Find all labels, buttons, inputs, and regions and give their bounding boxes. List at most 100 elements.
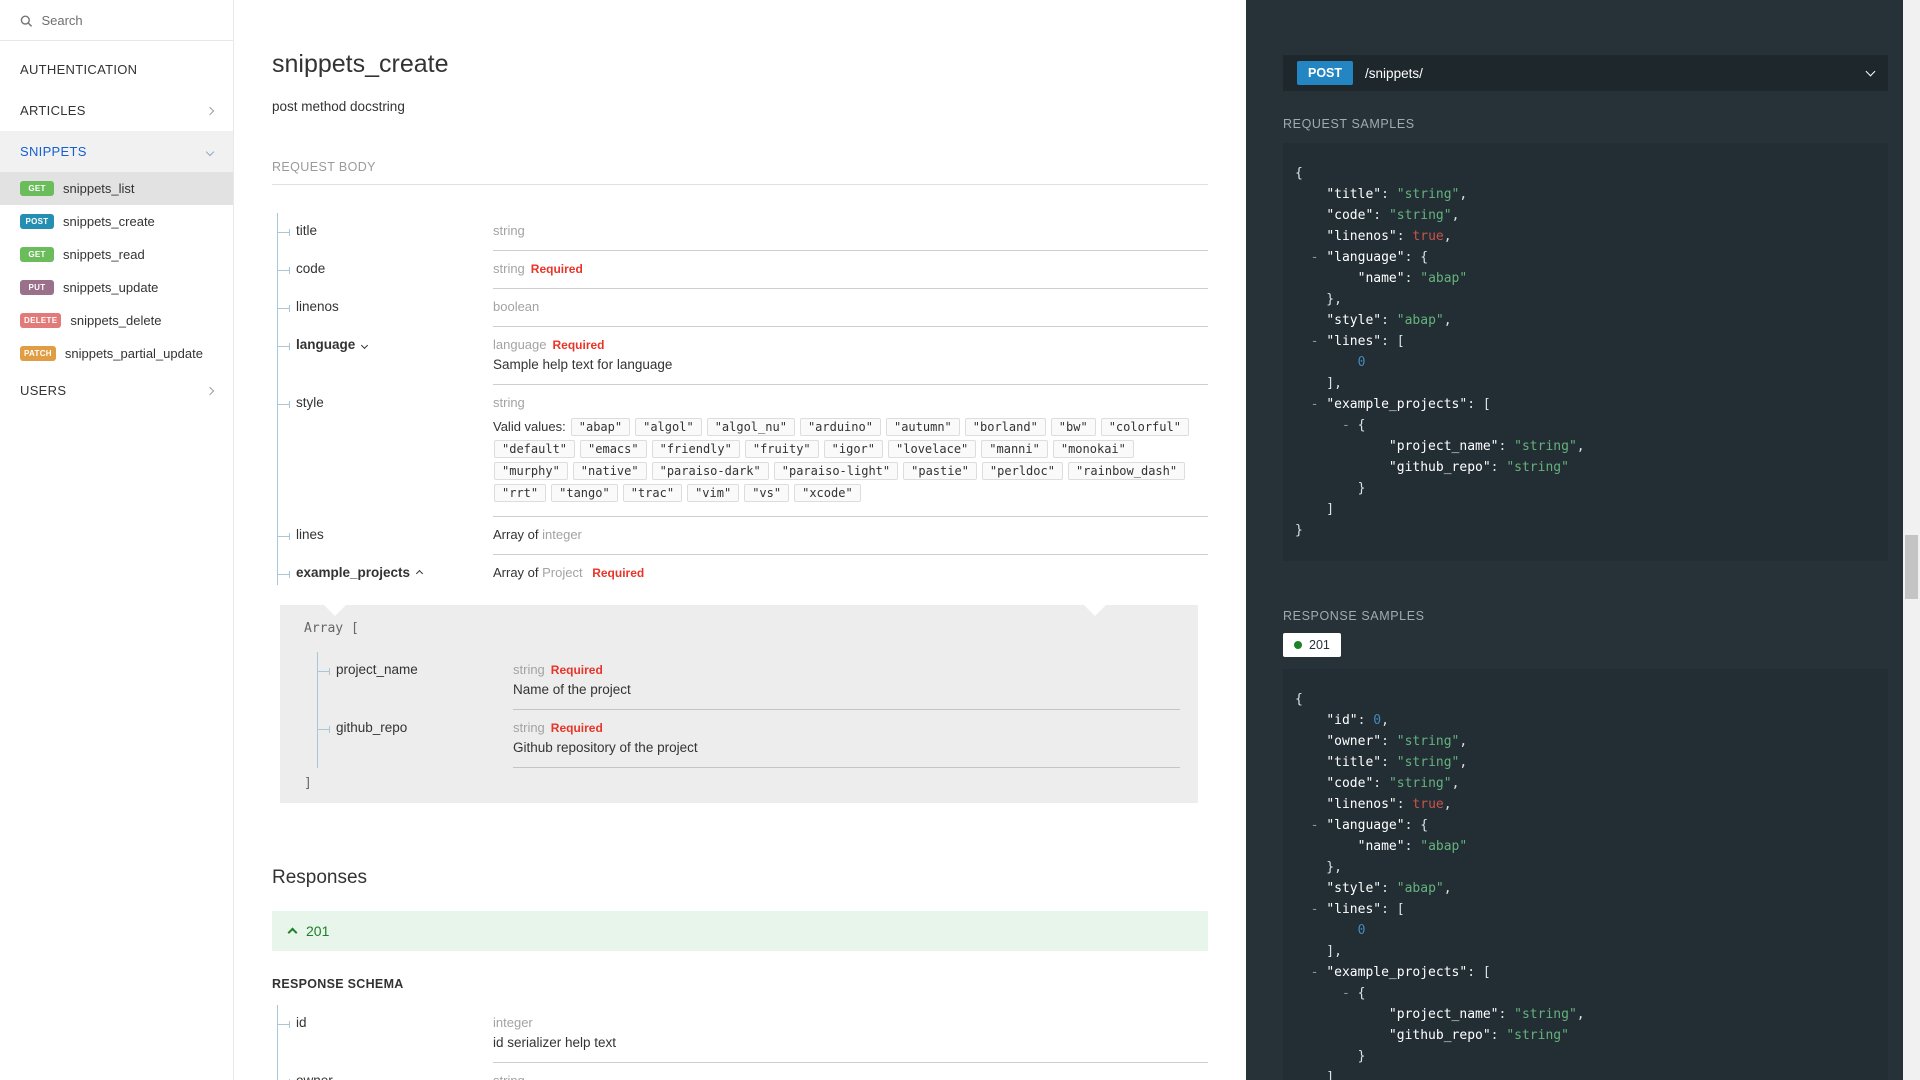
code-token: "project_name" [1388, 1007, 1499, 1022]
sidebar-item-snippets_read[interactable]: GET snippets_read [0, 238, 233, 271]
code-line: } [1295, 1046, 1878, 1067]
search-icon [20, 14, 33, 27]
field-name[interactable]: language [296, 337, 493, 385]
valid-value-chip: "vs" [744, 484, 790, 502]
valid-values-label: Valid values: [493, 419, 566, 434]
collapse-marker[interactable]: - [1311, 250, 1327, 265]
code-token: "lines" [1326, 334, 1382, 349]
code-token: : [ [1467, 965, 1491, 980]
code-token: { [1357, 986, 1366, 1001]
collapse-marker[interactable]: - [1342, 986, 1358, 1001]
field-description: Name of the project [513, 682, 631, 697]
collapse-marker[interactable]: - [1342, 418, 1358, 433]
sidebar-section-users[interactable]: USERS [0, 370, 233, 411]
code-token: "language" [1326, 818, 1405, 833]
code-token: , [1451, 776, 1460, 791]
code-token: 0 [1373, 713, 1382, 728]
code-token: "string" [1396, 755, 1460, 770]
field-type-line: language Required [493, 337, 1208, 352]
type-text: Array of [493, 527, 543, 542]
code-token: "title" [1326, 755, 1382, 770]
sidebar-section-authentication[interactable]: AUTHENTICATION [0, 49, 233, 90]
type-text: string [513, 662, 545, 677]
valid-value-chip: "bw" [1050, 418, 1096, 436]
code-line: "name": "abap" [1295, 268, 1878, 289]
sidebar-section-label: SNIPPETS [20, 144, 87, 159]
sidebar-item-snippets_delete[interactable]: DELETE snippets_delete [0, 304, 233, 337]
valid-value-chip: "igor" [823, 440, 884, 458]
sidebar-item-snippets_create[interactable]: POST snippets_create [0, 205, 233, 238]
valid-value-chip: "emacs" [580, 440, 647, 458]
search-input[interactable] [41, 13, 213, 28]
code-line: - "lines": [ [1295, 899, 1878, 920]
code-line: ] [1295, 1067, 1878, 1080]
code-token: : [1357, 713, 1374, 728]
code-token: : [1490, 460, 1507, 475]
valid-value-chip: "fruity" [744, 440, 819, 458]
field-type-line: string [493, 1073, 1208, 1080]
field-details: string [493, 223, 1208, 251]
type-text: Project [542, 565, 587, 580]
collapse-marker[interactable]: - [1311, 902, 1327, 917]
array-close-bracket: ] [304, 776, 312, 791]
code-line: "linenos": true, [1295, 226, 1878, 247]
code-token: , [1443, 881, 1452, 896]
http-method-badge: POST [1297, 61, 1354, 85]
field-row-style: style string Valid values: "abap" "algol" "al… [278, 385, 1208, 517]
field-name: github_repo [336, 720, 513, 768]
field-row-owner: owner string [278, 1063, 1208, 1080]
sidebar-section-snippets[interactable]: SNIPPETS [0, 131, 233, 172]
valid-value-chip: "rainbow_dash" [1067, 462, 1186, 480]
sidebar-item-label: snippets_delete [70, 313, 162, 328]
code-line: - "language": { [1295, 247, 1878, 268]
field-row-project_name: project_name string Required Name of the pr… [318, 652, 1180, 710]
endpoint-selector[interactable]: POST /snippets/ [1283, 55, 1888, 91]
response-201-toggle[interactable]: 201 [272, 911, 1208, 951]
field-description: id serializer help text [493, 1035, 617, 1050]
type-text: language [493, 337, 547, 352]
code-token: "name" [1357, 271, 1405, 286]
scrollbar-thumb[interactable] [1905, 535, 1918, 599]
sidebar: AUTHENTICATION ARTICLES SNIPPETS GET snippet… [0, 0, 234, 1080]
code-token: }, [1295, 292, 1342, 307]
sidebar-item-snippets_partial_update[interactable]: PATCH snippets_partial_update [0, 337, 233, 370]
code-line: }, [1295, 857, 1878, 878]
valid-value-chip: "xcode" [794, 484, 861, 502]
type-text: string [493, 395, 525, 410]
sidebar-item-snippets_update[interactable]: PUT snippets_update [0, 271, 233, 304]
collapse-marker[interactable]: - [1311, 965, 1327, 980]
type-text: Array of [493, 565, 543, 580]
code-token: : [1381, 734, 1397, 749]
responses-heading: Responses [272, 867, 368, 888]
code-token: : [1396, 229, 1413, 244]
response-sample-tab-201[interactable]: 201 [1283, 633, 1341, 657]
required-flag: Required [550, 721, 603, 735]
main-content: snippets_create post method docstring RE… [234, 0, 1246, 1080]
sidebar-section-articles[interactable]: ARTICLES [0, 90, 233, 131]
collapse-marker[interactable]: - [1311, 818, 1327, 833]
chevron-down-icon [361, 341, 369, 350]
chevron-right-icon [205, 106, 215, 115]
field-name: code [296, 261, 493, 289]
field-name[interactable]: example_projects [296, 565, 493, 585]
type-text: string [493, 261, 525, 276]
field-type-line: integer [493, 1015, 1208, 1030]
code-line: "owner": "string", [1295, 731, 1878, 752]
field-name-text: lines [296, 527, 324, 542]
collapse-marker[interactable]: - [1311, 397, 1327, 412]
search-box[interactable] [0, 0, 233, 41]
valid-value-chip: "borland" [964, 418, 1046, 436]
code-token: }, [1295, 860, 1342, 875]
page-scrollbar[interactable] [1903, 0, 1920, 1080]
collapse-marker[interactable]: - [1311, 334, 1327, 349]
page-title: snippets_create [272, 50, 449, 78]
code-token: "github_repo" [1388, 460, 1491, 475]
field-row-lines: lines Array of integer [278, 517, 1208, 555]
sidebar-item-snippets_list[interactable]: GET snippets_list [0, 172, 233, 205]
